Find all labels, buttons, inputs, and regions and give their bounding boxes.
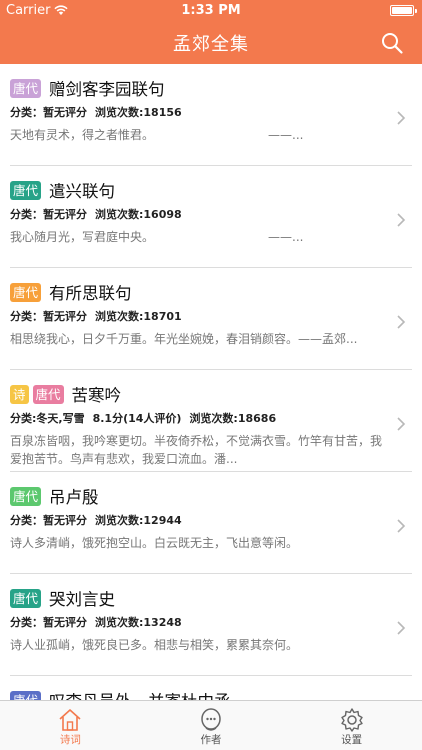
poem-title: 哭刘言史 [49,590,116,609]
tab-settings-label: 设置 [341,734,363,746]
poem-category: 分类:冬天,写雪 [10,412,85,425]
tab-poems[interactable]: 诗词 [0,701,141,750]
list-item[interactable]: 唐代 赠剑客李园联句分类：暂无评分 浏览次数:18156 天地有灵术，得之者惟君。 —… [0,64,422,166]
dynasty-tag: 唐代 [10,180,42,200]
search-icon[interactable] [380,31,404,55]
poem-title: 遣兴联句 [49,182,116,201]
dynasty-tag: 唐代 [10,282,42,302]
poem-views: 浏览次数:18686 [189,412,277,425]
author-icon [201,708,221,731]
poem-meta: 分类：暂无评分 浏览次数:16098 [10,206,382,222]
poem-meta: 分类：暂无评分 浏览次数:13248 [10,614,382,630]
chevron-right-icon [397,213,406,227]
poem-views: 浏览次数:16098 [95,208,182,221]
poem-title-line: 诗唐代 苦寒吟 [10,382,382,406]
poem-excerpt: 百泉冻皆咽，我吟寒更切。半夜倚乔松，不觉满衣雪。竹竿有甘苦，我爱抱苦节。鸟声有悲… [10,434,382,466]
poem-meta: 分类：暂无评分 浏览次数:12944 [10,512,382,528]
chevron-right-icon [397,621,406,635]
list-item[interactable]: 唐代 吊卢殷分类：暂无评分 浏览次数:12944 诗人多清峭，饿死抱空山。白云既无主，… [0,472,422,574]
battery-icon [390,5,417,16]
poem-title: 叹李丹员外，并寄杜中丞 [49,688,231,700]
tab-authors-label: 作者 [200,734,222,746]
poem-category: 分类：暂无评分 [10,514,87,527]
poem-list: 唐代 赠剑客李园联句 分类：暂无评分 浏览次数:18156 天地有灵术，得之者惟君。 —… [0,64,422,700]
poem-category: 分类：暂无评分 [10,106,87,119]
poem-excerpt: 诗人业孤峭，饿死良已多。相悲与相笑，累累其奈何。 [10,638,299,652]
tab-settings[interactable]: 设置 [281,701,422,750]
list-item[interactable]: 唐代 遣兴联句分类：暂无评分 浏览次数:16098 我心随月光，写君庭中央。 ——..… [0,166,422,268]
poem-title: 吊卢殷 [49,488,99,507]
dynasty-tag: 唐代 [10,78,42,98]
status-time: 1:33 PM [181,3,241,18]
chevron-right-icon [397,519,406,533]
tab-authors[interactable]: 作者 [141,701,282,750]
poem-title: 苦寒吟 [71,386,122,405]
poem-title-line: 唐代叹李丹员外，并寄杜中丞 [10,688,382,700]
chevron-right-icon [397,417,406,431]
poem-title: 赠剑客李园联句 [49,80,165,99]
poem-title-line: 唐代 哭刘言史 [10,586,382,610]
navigation-bar: 孟郊全集 [0,22,422,64]
poem-excerpt: 我心随月光，写君庭中央。 ——... [10,230,304,244]
status-bar: Carrier 1:33 PM [0,0,422,22]
tab-bar: 诗词 作者 设置 [0,700,422,750]
poem-meta: 分类：暂无评分 浏览次数:18156 [10,104,382,120]
poem-category: 分类：暂无评分 [10,208,87,221]
poem-category: 分类：暂无评分 [10,310,87,323]
poem-title-line: 唐代 遣兴联句 [10,178,382,202]
poem-title: 有所思联句 [49,284,132,303]
poem-meta: 分类:冬天,写雪 8.1分(14人评价) 浏览次数:18686 [10,410,382,426]
app-header: Carrier 1:33 PM 孟郊全集 [0,0,422,64]
poem-views: 浏览次数:18701 [95,310,182,323]
page-title: 孟郊全集 [173,34,249,55]
poem-excerpt: 相思绕我心，日夕千万重。年光坐婉娩，春泪销颜容。——孟郊... [10,332,358,346]
poem-excerpt: 诗人多清峭，饿死抱空山。白云既无主，飞出意等闲。 [10,536,299,550]
dynasty-tag: 唐代 [32,384,64,404]
poem-category: 分类：暂无评分 [10,616,87,629]
poem-views: 浏览次数:12944 [95,514,182,527]
poem-meta: 分类：暂无评分 浏览次数:18701 [10,308,382,324]
chevron-right-icon [397,111,406,125]
chevron-right-icon [397,315,406,329]
poem-views: 浏览次数:13248 [95,616,182,629]
list-item[interactable]: 唐代 有所思联句分类：暂无评分 浏览次数:18701 相思绕我心，日夕千万重。年光坐婉… [0,268,422,370]
dynasty-tag: 唐代 [10,486,42,506]
home-icon [59,709,81,731]
poem-excerpt: 天地有灵术，得之者惟君。 ——... [10,128,304,142]
gear-icon [340,708,363,732]
list-item[interactable]: 诗唐代 苦寒吟分类:冬天,写雪 8.1分(14人评价) 浏览次数:18686 百泉冻皆咽… [0,370,422,472]
dynasty-tag: 唐代 [10,690,42,700]
list-item[interactable]: 唐代叹李丹员外，并寄杜中丞 [0,676,422,700]
poem-title-line: 唐代 有所思联句 [10,280,382,304]
dynasty-tag: 唐代 [10,588,42,608]
tab-poems-label: 诗词 [59,734,81,746]
poem-views: 浏览次数:18156 [95,106,182,119]
dynasty-tag: 诗 [10,384,29,404]
poem-rating: 8.1分(14人评价) [92,412,182,425]
poem-title-line: 唐代 赠剑客李园联句 [10,76,382,100]
poem-title-line: 唐代 吊卢殷 [10,484,382,508]
list-item[interactable]: 唐代 哭刘言史分类：暂无评分 浏览次数:13248 诗人业孤峭，饿死良已多。相悲与相笑… [0,574,422,676]
